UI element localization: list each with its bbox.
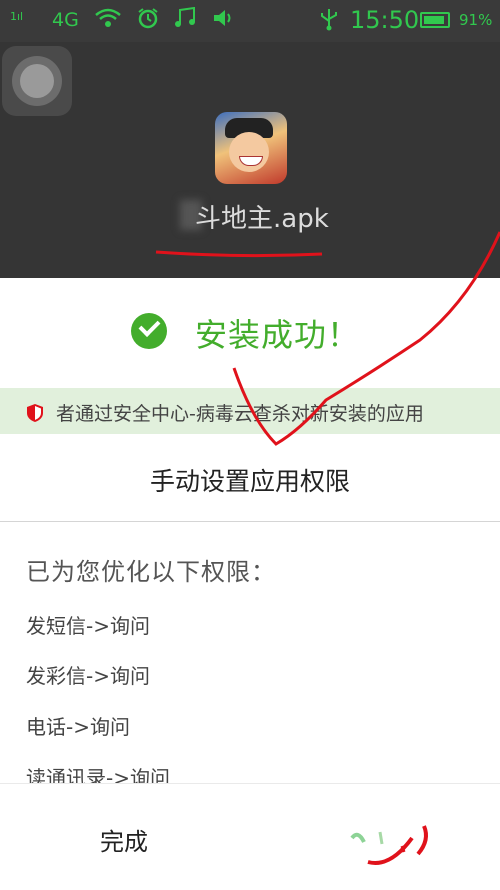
apk-file-name: 斗地主.apk (195, 204, 329, 234)
check-icon (131, 313, 167, 349)
app-header: 斗地主.apk (0, 42, 500, 278)
manual-permissions-label: 手动设置应用权限 (149, 467, 350, 496)
install-success-text: 安装成功！ (195, 316, 361, 354)
status-bar: 1ıl 4G 15:50 91% (0, 0, 500, 42)
music-icon (173, 6, 197, 34)
battery-percent: 91% (459, 11, 493, 29)
open-button-obscured[interactable] (340, 818, 450, 878)
usb-icon (318, 7, 340, 36)
alarm-icon (137, 7, 159, 34)
assistive-dot-icon (20, 64, 54, 98)
manual-permissions-button[interactable]: 手动设置应用权限 (0, 435, 500, 522)
signal-icon: 1ıl (10, 10, 24, 23)
assistive-touch-button[interactable] (2, 46, 72, 116)
permission-item: 发彩信->询问 (26, 664, 150, 688)
banner-text: 者通过安全中心-病毒云查杀对新安装的应用 (56, 403, 424, 425)
permission-item: 发短信->询问 (26, 614, 150, 638)
permission-item: 电话->询问 (26, 715, 130, 739)
app-icon (215, 112, 287, 184)
shield-icon (27, 404, 43, 422)
wifi-icon (95, 7, 121, 34)
network-type: 4G (52, 9, 79, 31)
battery-icon (420, 12, 450, 28)
done-button[interactable]: 完成 (100, 822, 148, 857)
volume-icon (212, 7, 236, 34)
clock: 15:50 (350, 6, 420, 34)
optimized-permissions-title: 已为您优化以下权限： (26, 558, 276, 586)
